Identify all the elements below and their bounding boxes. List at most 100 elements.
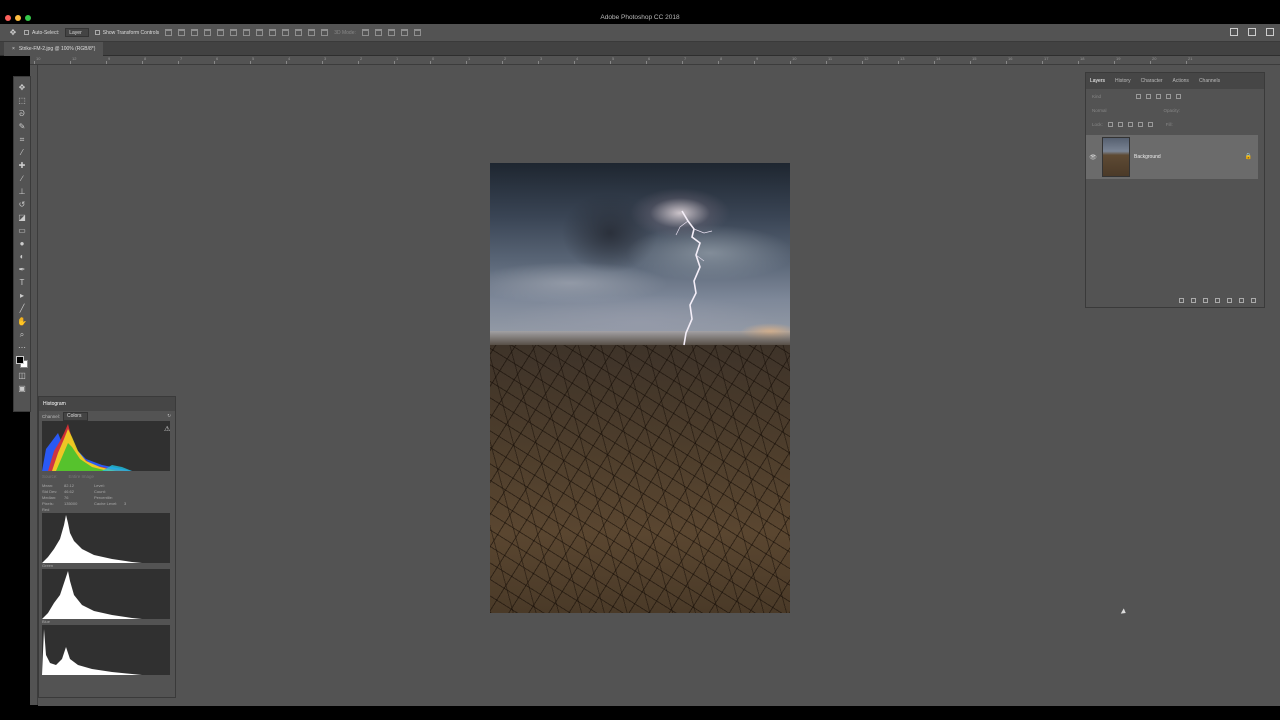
- channel-dropdown[interactable]: Colors: [63, 411, 89, 421]
- clone-stamp-tool-icon[interactable]: ⊥: [17, 187, 27, 197]
- auto-align-icon[interactable]: [321, 29, 329, 36]
- new-layer-icon[interactable]: [1239, 298, 1244, 303]
- ruler-tick-label: 1: [396, 56, 399, 61]
- distribute-right-icon[interactable]: [308, 29, 316, 36]
- warning-icon[interactable]: ⚠: [164, 425, 170, 433]
- distribute-left-icon[interactable]: [282, 29, 290, 36]
- document-image[interactable]: [490, 163, 790, 613]
- layer-thumbnail[interactable]: [1102, 137, 1130, 177]
- lock-icon[interactable]: 🔒: [1245, 153, 1252, 160]
- color-swatches[interactable]: [16, 356, 28, 368]
- filter-adjustment-icon[interactable]: [1146, 93, 1152, 99]
- 3d-rotate-icon[interactable]: [361, 29, 369, 36]
- ruler-tick-line: [718, 61, 719, 64]
- stat-value: 135000: [64, 501, 78, 506]
- quick-select-tool-icon[interactable]: ✎: [17, 122, 27, 132]
- ruler-tick-line: [70, 61, 71, 64]
- shape-tool-icon[interactable]: ╱: [17, 304, 27, 314]
- blend-mode-dropdown[interactable]: Normal: [1092, 108, 1107, 113]
- more-tools-icon[interactable]: ⋯: [17, 343, 27, 353]
- gradient-tool-icon[interactable]: ▭: [17, 226, 27, 236]
- filter-smart-icon[interactable]: [1176, 93, 1182, 99]
- lock-position-icon[interactable]: [1127, 121, 1133, 127]
- distribute-vcenter-icon[interactable]: [256, 29, 264, 36]
- type-tool-icon[interactable]: T: [17, 278, 27, 288]
- move-tool-preset-icon[interactable]: ✥: [8, 28, 18, 38]
- tab-history[interactable]: History: [1115, 78, 1131, 84]
- eyedropper-tool-icon[interactable]: ⁄: [17, 148, 27, 158]
- align-top-icon[interactable]: [165, 29, 173, 36]
- layer-name[interactable]: Background: [1134, 154, 1161, 160]
- history-brush-tool-icon[interactable]: ↺: [17, 200, 27, 210]
- move-tool-icon[interactable]: ✥: [17, 83, 27, 93]
- auto-select-checkbox[interactable]: Auto-Select:: [24, 30, 59, 36]
- cracked-earth: [490, 345, 790, 613]
- show-transform-checkbox[interactable]: Show Transform Controls: [94, 30, 159, 36]
- document-tab[interactable]: × Strike-FM-2.jpg @ 100% (RGB/8*): [4, 42, 104, 56]
- horizontal-ruler[interactable]: 10 12 9 8 7 6 5 4 3 2 1 0 1 2 3 4 5 6 7 8 9 10 11 12 13 14 15 16 17 1…: [30, 56, 1280, 65]
- quick-mask-icon[interactable]: ◫: [17, 371, 27, 381]
- distribute-bottom-icon[interactable]: [269, 29, 277, 36]
- adjustment-layer-icon[interactable]: [1215, 298, 1220, 303]
- ruler-tick-line: [178, 61, 179, 64]
- distribute-hcenter-icon[interactable]: [295, 29, 303, 36]
- brush-tool-icon[interactable]: ∕: [17, 174, 27, 184]
- path-select-tool-icon[interactable]: ▸: [17, 291, 27, 301]
- lock-transparency-icon[interactable]: [1107, 121, 1113, 127]
- align-hcenter-icon[interactable]: [217, 29, 225, 36]
- new-group-icon[interactable]: [1227, 298, 1232, 303]
- screen-mode-icon[interactable]: ▣: [17, 384, 27, 394]
- filter-shape-icon[interactable]: [1166, 93, 1172, 99]
- auto-select-dropdown[interactable]: Layer: [65, 28, 89, 37]
- 3d-mode-label: 3D Mode:: [334, 29, 356, 36]
- kind-filter-dropdown[interactable]: Kind: [1092, 94, 1101, 99]
- add-mask-icon[interactable]: [1203, 298, 1208, 303]
- foreground-color[interactable]: [16, 356, 24, 364]
- layer-style-icon[interactable]: [1191, 298, 1196, 303]
- lasso-tool-icon[interactable]: ᘐ: [17, 109, 27, 119]
- filter-pixel-icon[interactable]: [1136, 93, 1142, 99]
- dodge-tool-icon[interactable]: ◐: [17, 252, 27, 262]
- tab-actions[interactable]: Actions: [1173, 78, 1189, 84]
- eraser-tool-icon[interactable]: ◪: [17, 213, 27, 223]
- 3d-scale-icon[interactable]: [413, 29, 421, 36]
- 3d-slide-icon[interactable]: [400, 29, 408, 36]
- tab-character[interactable]: Character: [1141, 78, 1163, 84]
- tab-close-icon[interactable]: ×: [12, 46, 15, 52]
- align-bottom-icon[interactable]: [191, 29, 199, 36]
- search-icon[interactable]: [1230, 28, 1238, 36]
- title-bar: Adobe Photoshop CC 2018: [0, 0, 1280, 24]
- green-histogram-graph: [42, 571, 142, 619]
- align-left-icon[interactable]: [204, 29, 212, 36]
- hand-tool-icon[interactable]: ✋: [17, 317, 27, 327]
- 3d-roll-icon[interactable]: [374, 29, 382, 36]
- marquee-tool-icon[interactable]: ⬚: [17, 96, 27, 106]
- eye-icon[interactable]: 👁: [1086, 154, 1100, 161]
- vertical-ruler[interactable]: [30, 65, 38, 705]
- align-vcenter-icon[interactable]: [178, 29, 186, 36]
- share-icon[interactable]: [1266, 28, 1274, 36]
- delete-layer-icon[interactable]: [1251, 298, 1256, 303]
- refresh-icon[interactable]: ↻: [167, 413, 171, 419]
- filter-type-icon[interactable]: [1156, 93, 1162, 99]
- link-layers-icon[interactable]: [1179, 298, 1184, 303]
- workspace-icon[interactable]: [1248, 28, 1256, 36]
- tab-channels[interactable]: Channels: [1199, 78, 1220, 84]
- stat-label: Cache Level:: [94, 501, 118, 506]
- lock-image-icon[interactable]: [1117, 121, 1123, 127]
- align-right-icon[interactable]: [230, 29, 238, 36]
- lock-artboard-icon[interactable]: [1137, 121, 1143, 127]
- lock-all-icon[interactable]: [1147, 121, 1153, 127]
- healing-brush-tool-icon[interactable]: ✚: [17, 161, 27, 171]
- histogram-stats: Mean: 82.12 Level: Std Dev: 46.62 Count:…: [39, 483, 175, 507]
- tab-layers[interactable]: Layers: [1090, 78, 1105, 84]
- pen-tool-icon[interactable]: ✒: [17, 265, 27, 275]
- 3d-drag-icon[interactable]: [387, 29, 395, 36]
- ruler-tick-label: 21: [1188, 56, 1193, 61]
- crop-tool-icon[interactable]: ⌗: [17, 135, 27, 145]
- zoom-tool-icon[interactable]: ⌕: [17, 330, 27, 340]
- lock-label: Lock:: [1092, 121, 1103, 127]
- blur-tool-icon[interactable]: ●: [17, 239, 27, 249]
- distribute-top-icon[interactable]: [243, 29, 251, 36]
- layer-row-background[interactable]: 👁 Background 🔒: [1086, 135, 1258, 179]
